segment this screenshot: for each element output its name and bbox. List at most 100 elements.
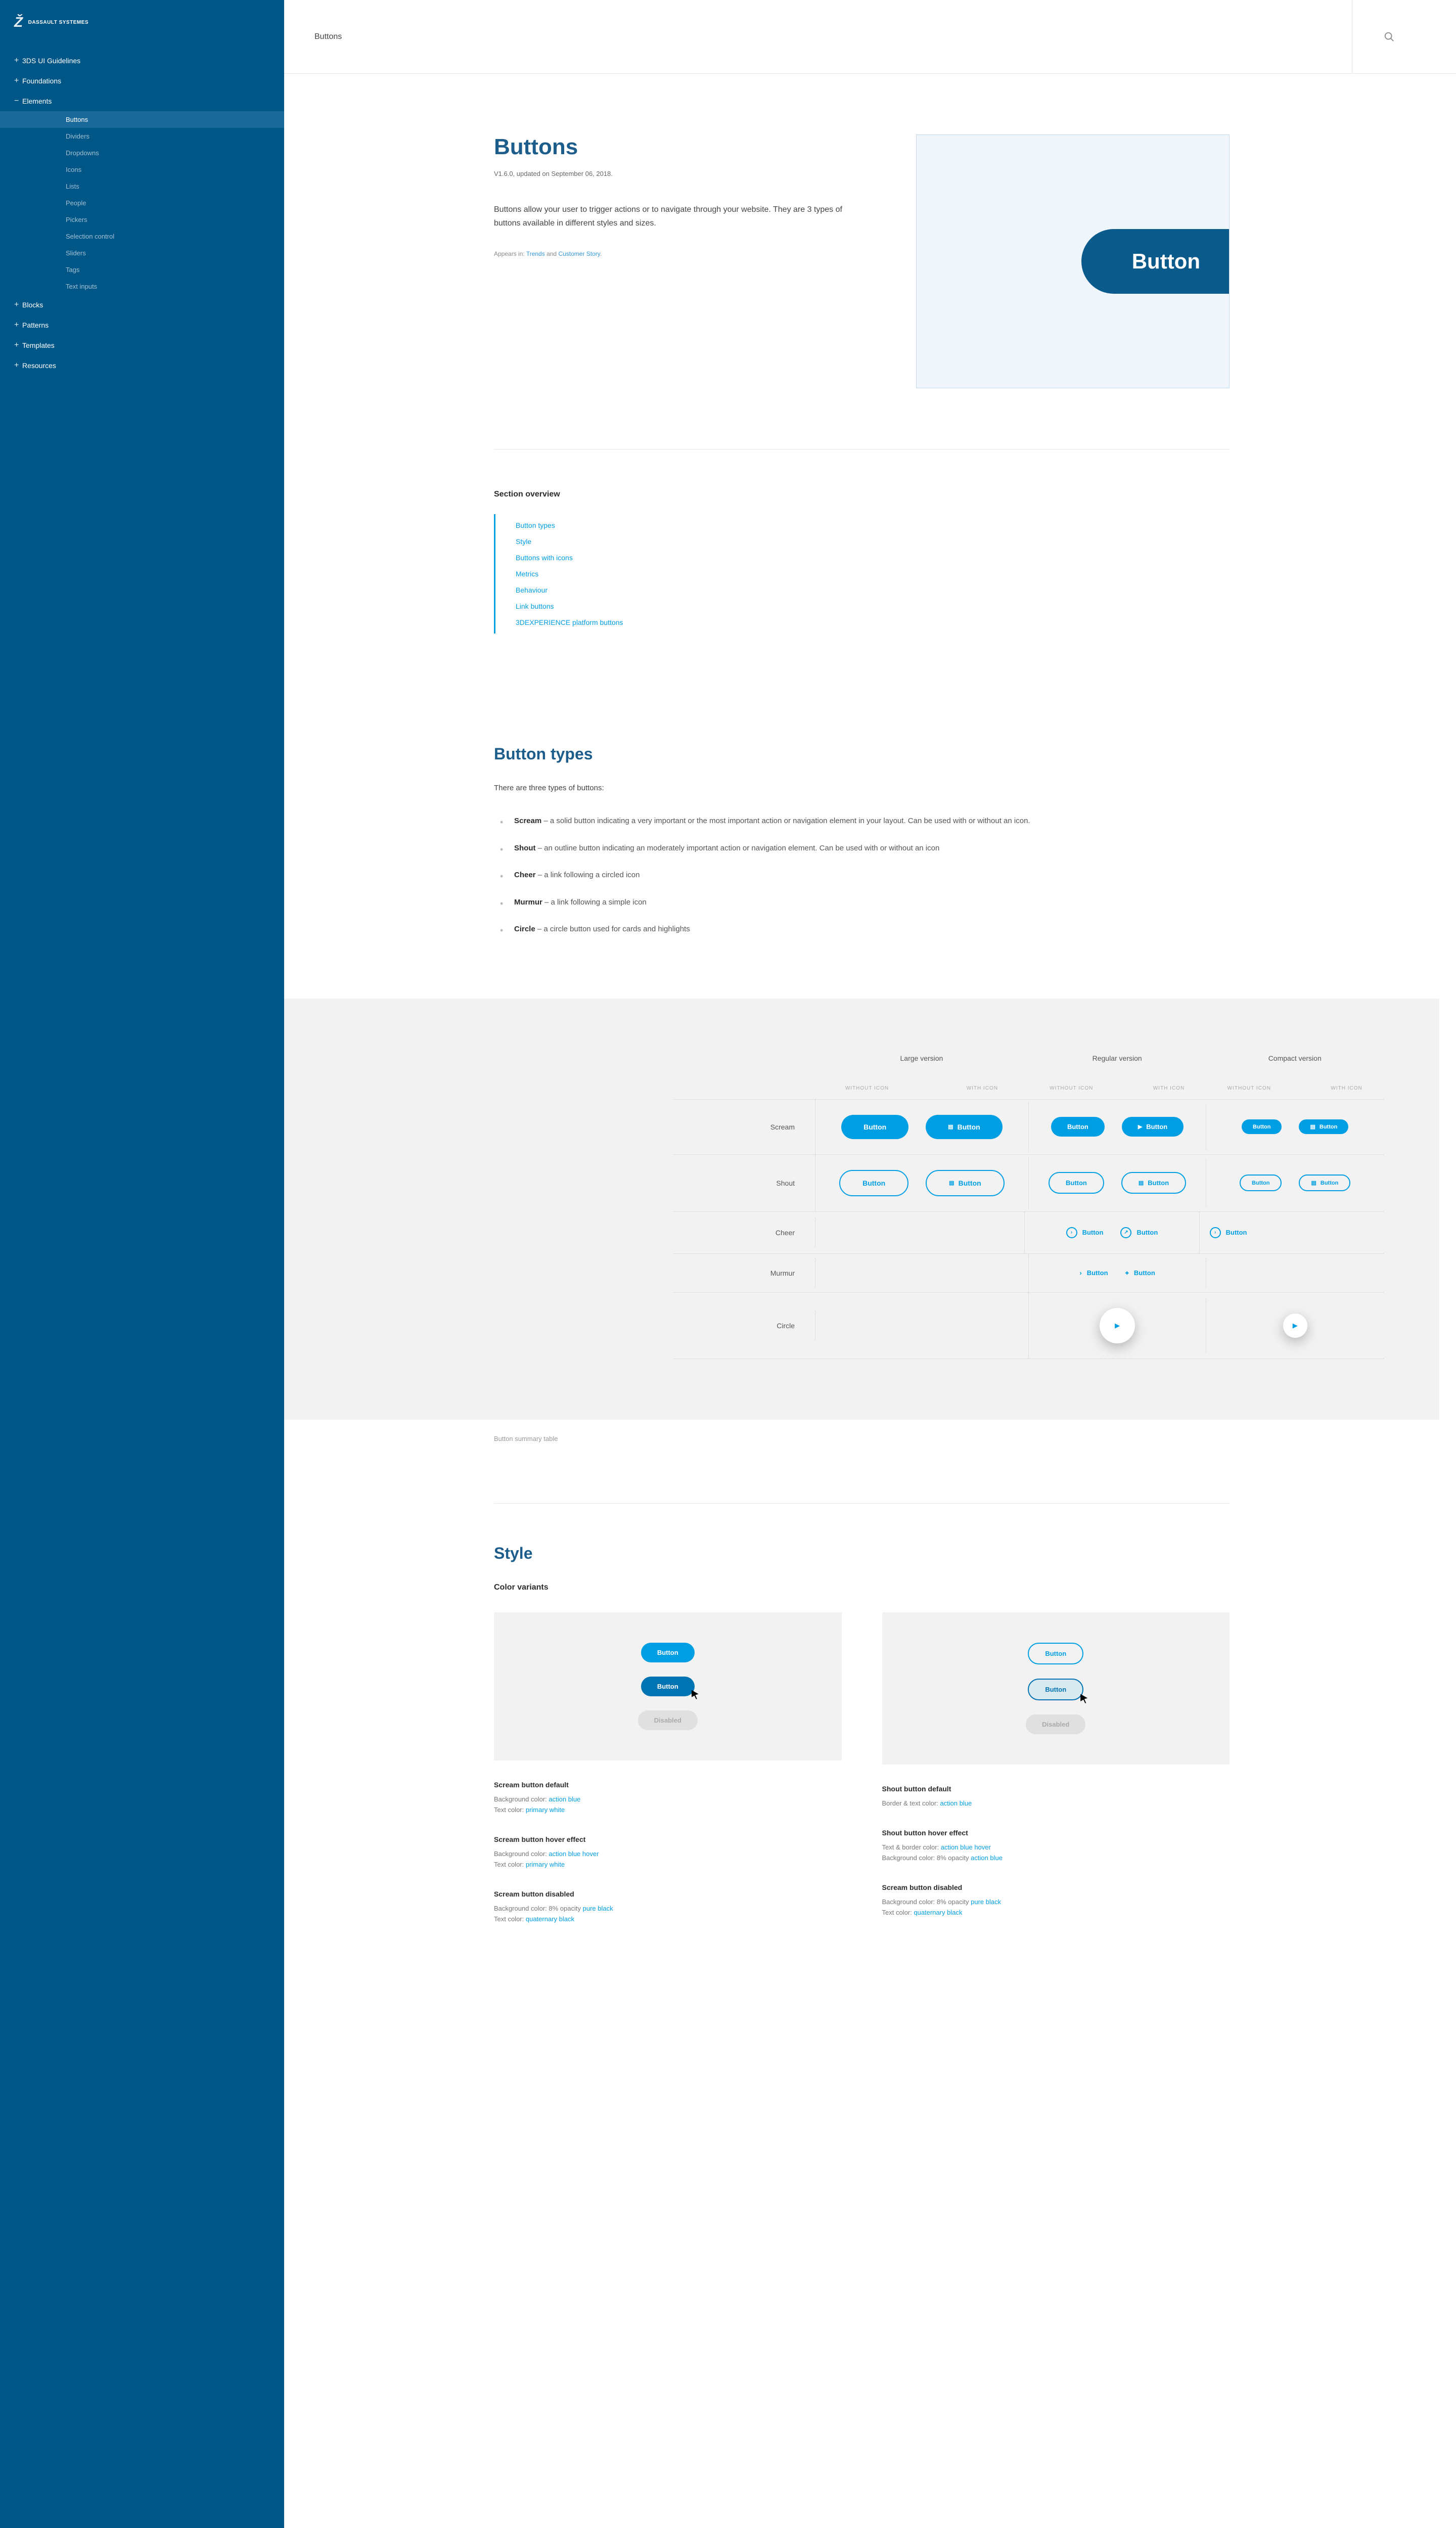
nav-templates[interactable]: +Templates xyxy=(0,335,284,355)
nav-sub-dividers[interactable]: Dividers xyxy=(0,128,284,145)
cheer-md[interactable]: ›Button xyxy=(1066,1227,1104,1238)
primary-nav: +3DS UI Guidelines +Foundations −Element… xyxy=(0,51,284,376)
play-icon: ▶ xyxy=(1115,1322,1120,1330)
nav-patterns[interactable]: +Patterns xyxy=(0,315,284,335)
toc-metrics[interactable]: Metrics xyxy=(516,570,538,578)
nav-sub-icons[interactable]: Icons xyxy=(0,161,284,178)
search-button[interactable] xyxy=(1352,0,1426,73)
button-types-title: Button types xyxy=(494,745,1230,763)
hero-lead: Buttons allow your user to trigger actio… xyxy=(494,203,868,230)
nav-sub-people[interactable]: People xyxy=(0,195,284,211)
toc-3dx-buttons[interactable]: 3DEXPERIENCE platform buttons xyxy=(516,618,623,626)
shout-variant-card: Button Button Disabled Shout button defa… xyxy=(882,1612,1230,1945)
nav-sub-pickers[interactable]: Pickers xyxy=(0,211,284,228)
collapse-icon: − xyxy=(14,97,22,106)
murmur-md-pin[interactable]: ⌖Button xyxy=(1125,1269,1155,1277)
link-customer-story[interactable]: Customer Story xyxy=(558,250,600,257)
circle-md[interactable]: ▶ xyxy=(1100,1308,1135,1343)
expand-icon: + xyxy=(14,361,22,370)
type-murmur: Murmur – a link following a simple icon xyxy=(496,889,1230,916)
chevron-right-icon: › xyxy=(1210,1227,1221,1238)
scream-sm-icon[interactable]: ▤Button xyxy=(1299,1119,1348,1134)
shout-lg[interactable]: Button xyxy=(839,1170,908,1196)
color-variants-title: Color variants xyxy=(494,1583,1230,1592)
nav-3ds-guidelines[interactable]: +3DS UI Guidelines xyxy=(0,51,284,71)
hero-title: Buttons xyxy=(494,134,876,160)
button-table-block: Large version Regular version Compact ve… xyxy=(284,999,1439,1420)
nav-resources[interactable]: +Resources xyxy=(0,355,284,376)
shout-lg-icon[interactable]: ▤Button xyxy=(926,1170,1005,1196)
play-icon: ▶ xyxy=(1293,1322,1298,1330)
link-action-blue[interactable]: action blue xyxy=(971,1854,1003,1862)
link-primary-white[interactable]: primary white xyxy=(526,1861,565,1868)
row-shout: Shout Button ▤Button Button ▤Button Butt… xyxy=(673,1154,1384,1211)
expand-icon: + xyxy=(14,76,22,85)
scream-default-example[interactable]: Button xyxy=(641,1643,695,1662)
expand-icon: + xyxy=(14,300,22,309)
scream-lg-icon[interactable]: ▤Button xyxy=(926,1115,1003,1139)
row-circle: Circle ▶ ▶ xyxy=(673,1292,1384,1359)
link-trends[interactable]: Trends xyxy=(526,250,545,257)
shout-hover-example[interactable]: Button xyxy=(1028,1679,1083,1700)
cheer-md-ext[interactable]: ↗Button xyxy=(1120,1227,1158,1238)
scream-default-spec-title: Scream button default xyxy=(494,1781,842,1789)
link-quaternary-black[interactable]: quaternary black xyxy=(526,1915,574,1923)
nav-blocks[interactable]: +Blocks xyxy=(0,295,284,315)
nav-sub-lists[interactable]: Lists xyxy=(0,178,284,195)
nav-sub-tags[interactable]: Tags xyxy=(0,261,284,278)
murmur-md[interactable]: ›Button xyxy=(1079,1269,1108,1277)
cheer-sm[interactable]: ›Button xyxy=(1210,1227,1247,1238)
scream-md[interactable]: Button xyxy=(1051,1117,1105,1137)
toc-link-buttons[interactable]: Link buttons xyxy=(516,602,554,610)
nav-sub-buttons[interactable]: Buttons xyxy=(0,111,284,128)
calendar-icon: ▤ xyxy=(1311,1180,1316,1186)
scream-md-icon[interactable]: ▶Button xyxy=(1122,1117,1184,1137)
scream-lg[interactable]: Button xyxy=(841,1115,908,1139)
link-quaternary-black[interactable]: quaternary black xyxy=(914,1909,962,1916)
row-murmur: Murmur ›Button ⌖Button xyxy=(673,1253,1384,1292)
nav-sub-selection[interactable]: Selection control xyxy=(0,228,284,245)
hero-illustration: Button xyxy=(916,134,1230,388)
nav-foundations[interactable]: +Foundations xyxy=(0,71,284,91)
shout-default-example[interactable]: Button xyxy=(1028,1643,1083,1664)
toc-behaviour[interactable]: Behaviour xyxy=(516,586,548,594)
type-circle: Circle – a circle button used for cards … xyxy=(496,916,1230,943)
nav-sub-sliders[interactable]: Sliders xyxy=(0,245,284,261)
link-pure-black[interactable]: pure black xyxy=(583,1905,613,1912)
nav-elements[interactable]: −Elements xyxy=(0,91,284,111)
shout-hover-spec-title: Shout button hover effect xyxy=(882,1829,1230,1837)
hero-meta: V1.6.0, updated on September 06, 2018. xyxy=(494,170,876,177)
scream-hover-example[interactable]: Button xyxy=(641,1677,695,1696)
shout-md-icon[interactable]: ▤Button xyxy=(1121,1172,1186,1194)
page-title: Buttons xyxy=(314,32,342,41)
link-pure-black[interactable]: pure black xyxy=(971,1898,1001,1906)
calendar-icon: ▤ xyxy=(949,1180,954,1186)
link-action-blue[interactable]: action blue xyxy=(940,1799,972,1807)
toc-style[interactable]: Style xyxy=(516,537,531,546)
col-compact: Compact version xyxy=(1206,1039,1384,1077)
scream-sm[interactable]: Button xyxy=(1242,1119,1282,1134)
nav-sub-text[interactable]: Text inputs xyxy=(0,278,284,295)
pin-icon: ⌖ xyxy=(1125,1269,1129,1277)
link-action-blue-hover[interactable]: action blue hover xyxy=(941,1843,991,1851)
type-cheer: Cheer – a link following a circled icon xyxy=(496,862,1230,889)
link-action-blue-hover[interactable]: action blue hover xyxy=(549,1850,599,1858)
link-primary-white[interactable]: primary white xyxy=(526,1806,565,1814)
col-large: Large version xyxy=(815,1039,1028,1077)
button-types-intro: There are three types of buttons: xyxy=(494,784,1230,792)
sidebar: Ž DASSAULT SYSTEMES +3DS UI Guidelines +… xyxy=(0,0,284,2528)
scream-disabled-example: Disabled xyxy=(638,1710,698,1730)
toc-buttons-icons[interactable]: Buttons with icons xyxy=(516,554,573,562)
expand-icon: + xyxy=(14,341,22,350)
nav-sub-dropdowns[interactable]: Dropdowns xyxy=(0,145,284,161)
shout-md[interactable]: Button xyxy=(1049,1172,1104,1194)
expand-icon: + xyxy=(14,56,22,65)
toc-button-types[interactable]: Button types xyxy=(516,521,555,529)
hero: Buttons V1.6.0, updated on September 06,… xyxy=(494,134,1230,388)
hero-pill: Button xyxy=(1081,229,1230,294)
link-action-blue[interactable]: action blue xyxy=(549,1795,580,1803)
style-title: Style xyxy=(494,1544,1230,1563)
circle-sm[interactable]: ▶ xyxy=(1283,1314,1307,1338)
shout-sm-icon[interactable]: ▤Button xyxy=(1299,1175,1350,1191)
shout-sm[interactable]: Button xyxy=(1240,1175,1282,1191)
